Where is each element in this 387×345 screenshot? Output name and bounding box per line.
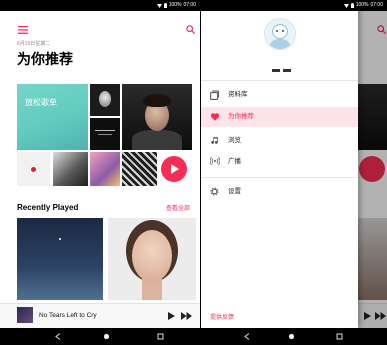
battery-level: 100% [355, 2, 369, 8]
back-icon[interactable] [244, 333, 250, 340]
artwork-hair [143, 94, 171, 107]
drawer-item-radio[interactable]: 广播 [201, 152, 358, 172]
artwork-dot [31, 167, 36, 172]
avatar-eye [276, 30, 278, 32]
clock: 07:00 [370, 2, 383, 8]
artwork-face [132, 230, 172, 282]
home-icon[interactable] [288, 333, 295, 340]
artwork-shoulders [132, 130, 182, 150]
battery-icon [163, 3, 167, 8]
album-art[interactable] [90, 84, 120, 116]
feedback-link[interactable]: 提供反馈 [210, 314, 234, 322]
now-playing-title[interactable]: No Tears Left to Cry [39, 312, 97, 320]
recently-played-heading: Recently Played [17, 203, 79, 212]
drawer-item-library[interactable]: 资料库 [201, 85, 358, 105]
user-name-redacted [272, 69, 280, 72]
drawer-divider [201, 177, 358, 178]
drawer-item-label: 浏览 [228, 137, 241, 144]
drawer-item-label: 设置 [228, 188, 241, 195]
see-all-link[interactable]: 查看全部 [166, 205, 190, 213]
now-playing-artwork[interactable] [17, 307, 33, 323]
heart-icon [210, 113, 220, 121]
back-icon[interactable] [55, 333, 61, 340]
library-icon [210, 90, 219, 100]
radio-icon [210, 157, 220, 165]
gear-icon [210, 187, 219, 196]
play-icon [171, 164, 179, 174]
status-bar: 100% 07:00 [201, 0, 387, 11]
drawer-divider [201, 80, 358, 81]
wifi-icon [156, 3, 162, 8]
battery-icon [350, 3, 354, 8]
artwork-line [98, 134, 112, 135]
play-icon[interactable] [168, 312, 175, 320]
artwork-line [95, 130, 115, 131]
avatar[interactable] [264, 18, 296, 50]
clock: 07:00 [183, 2, 196, 8]
recent-album-art[interactable] [108, 218, 196, 300]
page-title: 为你推荐 [17, 51, 73, 67]
forward-icon[interactable] [181, 312, 192, 320]
music-note-icon [211, 137, 218, 144]
artwork-face [99, 91, 111, 107]
album-art[interactable] [90, 118, 120, 150]
system-nav-bar [0, 328, 200, 345]
drawer-item-settings[interactable]: 设置 [201, 182, 358, 202]
playlist-tile-title: 放松歌单 [25, 98, 57, 107]
album-art-portrait[interactable] [122, 84, 192, 150]
recents-icon[interactable] [336, 333, 343, 340]
artwork-star [59, 238, 61, 240]
avatar-face [272, 24, 288, 39]
status-bar: 100% 07:00 [0, 0, 200, 11]
album-art[interactable] [90, 152, 120, 186]
date-label: 6月15日星期二 [17, 41, 51, 47]
system-nav-bar [201, 328, 387, 345]
album-art[interactable] [53, 152, 88, 186]
navigation-drawer: 资料库 为你推荐 浏览 广播 设置 提供反馈 [201, 0, 358, 328]
drawer-item-label: 广播 [228, 158, 241, 165]
recent-album-art[interactable] [17, 218, 103, 300]
play-mix-button[interactable] [161, 156, 187, 182]
for-you-screen: 100% 07:00 6月15日星期二 为你推荐 放松歌单 Recently P… [0, 0, 200, 345]
avatar-eye [282, 30, 284, 32]
recents-icon[interactable] [157, 333, 164, 340]
drawer-item-label: 为你推荐 [228, 113, 254, 120]
avatar-body [270, 39, 290, 49]
playlist-tile[interactable]: 放松歌单 [17, 84, 88, 150]
album-art[interactable] [17, 152, 50, 186]
album-art[interactable] [122, 152, 157, 186]
home-icon[interactable] [103, 333, 110, 340]
user-name-redacted [283, 69, 291, 72]
mini-player[interactable]: No Tears Left to Cry [0, 303, 200, 328]
menu-icon[interactable] [18, 26, 28, 34]
drawer-screen: 100% 07:00 资料库 为你推荐 浏览 广播 设置 提供反馈 [201, 0, 387, 345]
drawer-item-for-you[interactable]: 为你推荐 [201, 107, 358, 127]
battery-level: 100% [168, 2, 182, 8]
wifi-icon [343, 3, 349, 8]
drawer-item-browse[interactable]: 浏览 [201, 131, 358, 151]
search-icon[interactable] [186, 25, 195, 34]
drawer-item-label: 资料库 [228, 91, 248, 98]
